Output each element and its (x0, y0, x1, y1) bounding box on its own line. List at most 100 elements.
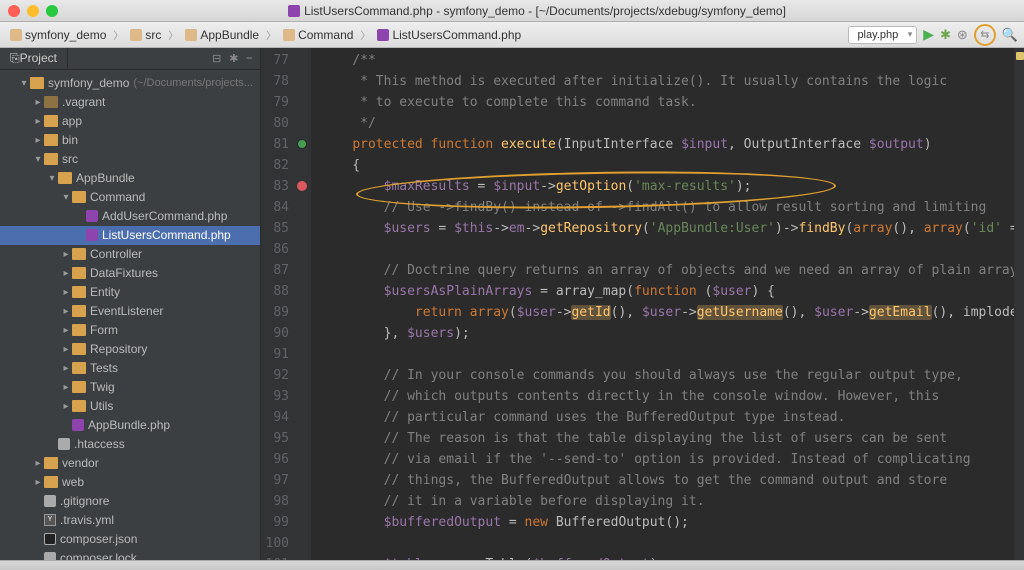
code-line[interactable]: // it in a variable before displaying it… (311, 491, 1024, 512)
run-with-coverage-button[interactable]: ⊛ (957, 27, 968, 43)
tree-item[interactable]: ▾src (0, 150, 260, 169)
hide-icon[interactable]: ⎯ (247, 52, 253, 65)
close-window-button[interactable] (8, 5, 20, 17)
tree-twisty-icon[interactable]: ▸ (60, 363, 72, 374)
breadcrumb-item[interactable]: src (126, 28, 165, 42)
editor-scrollbar[interactable] (1014, 48, 1024, 560)
tree-item[interactable]: composer.lock (0, 549, 260, 560)
tree-twisty-icon[interactable]: ▾ (32, 154, 44, 165)
line-number[interactable]: 100 (261, 533, 311, 554)
tree-item[interactable]: ▸.vagrant (0, 93, 260, 112)
line-number[interactable]: 90 (261, 323, 311, 344)
line-number[interactable]: 97 (261, 470, 311, 491)
tree-twisty-icon[interactable]: ▾ (60, 192, 72, 203)
line-number[interactable]: 92 (261, 365, 311, 386)
settings-icon[interactable]: ✱ (229, 52, 238, 65)
zoom-window-button[interactable] (46, 5, 58, 17)
code-line[interactable]: * This method is executed after initiali… (311, 71, 1024, 92)
tree-twisty-icon[interactable]: ▸ (32, 97, 44, 108)
search-everywhere-button[interactable]: 🔍 (1002, 27, 1018, 43)
line-number[interactable]: 101 (261, 554, 311, 560)
line-number[interactable]: 84 (261, 197, 311, 218)
breadcrumb-item[interactable]: symfony_demo (6, 28, 110, 42)
line-number[interactable]: 83 (261, 176, 311, 197)
minimize-window-button[interactable] (27, 5, 39, 17)
tree-twisty-icon[interactable]: ▸ (60, 344, 72, 355)
run-button[interactable]: ▶ (923, 26, 934, 43)
line-number[interactable]: 93 (261, 386, 311, 407)
code-line[interactable]: $usersAsPlainArrays = array_map(function… (311, 281, 1024, 302)
line-number[interactable]: 87 (261, 260, 311, 281)
code-line[interactable]: $maxResults = $input->getOption('max-res… (311, 176, 1024, 197)
tree-twisty-icon[interactable]: ▸ (60, 401, 72, 412)
tree-item[interactable]: ▸Twig (0, 378, 260, 397)
tree-item[interactable]: ▸Utils (0, 397, 260, 416)
code-line[interactable] (311, 239, 1024, 260)
line-number[interactable]: 82 (261, 155, 311, 176)
tree-item[interactable]: ▸web (0, 473, 260, 492)
code-line[interactable]: }, $users); (311, 323, 1024, 344)
inspection-warning-marker[interactable] (1016, 52, 1024, 60)
tree-item[interactable]: ▸app (0, 112, 260, 131)
run-config-dropdown[interactable]: play.php (848, 26, 917, 44)
tree-item[interactable]: composer.json (0, 530, 260, 549)
code-line[interactable]: // In your console commands you should a… (311, 365, 1024, 386)
tree-item[interactable]: ▸Controller (0, 245, 260, 264)
code-editor[interactable]: 7778798081828384858687888990919293949596… (261, 48, 1024, 560)
debug-button[interactable]: ✱ (940, 27, 951, 43)
tree-item[interactable]: Y.travis.yml (0, 511, 260, 530)
code-line[interactable]: // things, the BufferedOutput allows to … (311, 470, 1024, 491)
breakpoint-icon[interactable] (297, 181, 307, 191)
tree-twisty-icon[interactable]: ▸ (60, 268, 72, 279)
code-line[interactable]: // via email if the '--send-to' option i… (311, 449, 1024, 470)
breadcrumb-item[interactable]: AppBundle (181, 28, 263, 42)
gutter[interactable]: 7778798081828384858687888990919293949596… (261, 48, 311, 560)
collapse-all-icon[interactable]: ⊟ (212, 52, 221, 65)
line-number[interactable]: 98 (261, 491, 311, 512)
project-tree[interactable]: ▾symfony_demo(~/Documents/projects...▸.v… (0, 70, 260, 560)
tree-item[interactable]: .gitignore (0, 492, 260, 511)
tree-item[interactable]: ▸Form (0, 321, 260, 340)
line-number[interactable]: 85 (261, 218, 311, 239)
override-method-icon[interactable] (297, 139, 307, 149)
tree-twisty-icon[interactable]: ▸ (32, 477, 44, 488)
tree-item[interactable]: ▾Command (0, 188, 260, 207)
line-number[interactable]: 88 (261, 281, 311, 302)
listen-debug-button[interactable]: ⇆ (974, 24, 996, 46)
code-area[interactable]: /** * This method is executed after init… (311, 48, 1024, 560)
tree-item[interactable]: ▸EventListener (0, 302, 260, 321)
tree-twisty-icon[interactable]: ▸ (32, 135, 44, 146)
tree-twisty-icon[interactable]: ▾ (46, 173, 58, 184)
breadcrumb-item[interactable]: ListUsersCommand.php (373, 28, 525, 42)
line-number[interactable]: 86 (261, 239, 311, 260)
line-number[interactable]: 78 (261, 71, 311, 92)
tree-item[interactable]: AddUserCommand.php (0, 207, 260, 226)
line-number[interactable]: 99 (261, 512, 311, 533)
code-line[interactable]: // Use ->findBy() instead of ->findAll()… (311, 197, 1024, 218)
tree-twisty-icon[interactable]: ▸ (60, 287, 72, 298)
line-number[interactable]: 94 (261, 407, 311, 428)
code-line[interactable]: protected function execute(InputInterfac… (311, 134, 1024, 155)
tree-twisty-icon[interactable]: ▸ (60, 325, 72, 336)
tree-item[interactable]: ▾symfony_demo(~/Documents/projects... (0, 74, 260, 93)
line-number[interactable]: 77 (261, 50, 311, 71)
tree-twisty-icon[interactable]: ▸ (60, 306, 72, 317)
tree-item[interactable]: ▸Repository (0, 340, 260, 359)
tree-item[interactable]: .htaccess (0, 435, 260, 454)
line-number[interactable]: 96 (261, 449, 311, 470)
code-line[interactable]: $table = new Table($bufferedOutput); (311, 554, 1024, 560)
code-line[interactable]: // The reason is that the table displayi… (311, 428, 1024, 449)
tree-twisty-icon[interactable]: ▾ (18, 78, 30, 89)
tree-item[interactable]: ▸vendor (0, 454, 260, 473)
line-number[interactable]: 95 (261, 428, 311, 449)
tree-item[interactable]: AppBundle.php (0, 416, 260, 435)
code-line[interactable]: */ (311, 113, 1024, 134)
code-line[interactable] (311, 533, 1024, 554)
tree-item[interactable]: ▸Tests (0, 359, 260, 378)
line-number[interactable]: 81 (261, 134, 311, 155)
tree-item[interactable]: ▸DataFixtures (0, 264, 260, 283)
breadcrumb-item[interactable]: Command (279, 28, 357, 42)
project-tab[interactable]: ⎘ Project (0, 48, 68, 69)
code-line[interactable]: /** (311, 50, 1024, 71)
code-line[interactable]: $users = $this->em->getRepository('AppBu… (311, 218, 1024, 239)
